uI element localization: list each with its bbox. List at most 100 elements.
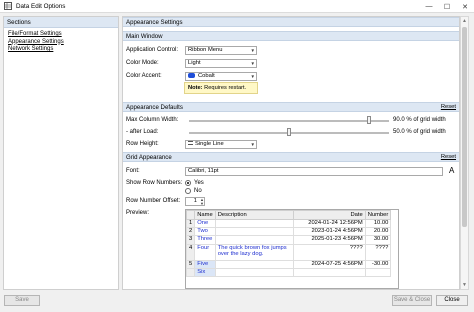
window-controls: — ☐ ✕ — [420, 0, 474, 13]
section-link-file-format[interactable]: File/Format Settings — [8, 31, 118, 39]
appearance-defaults-reset-link[interactable]: Reset — [441, 103, 456, 112]
note-text: Requires restart. — [204, 85, 247, 91]
settings-pane: Appearance Settings Main Window Applicat… — [122, 16, 460, 290]
corner-cell — [186, 210, 196, 220]
cell-date[interactable] — [292, 267, 366, 277]
cell-date[interactable]: 2023-01-24 4:56PM — [292, 227, 366, 237]
row-height-value: Single Line — [195, 141, 224, 147]
column-header-name[interactable]: Name — [194, 210, 216, 220]
cell-name[interactable]: Three — [194, 235, 216, 245]
cell-number[interactable]: ???? — [364, 243, 392, 261]
save-close-button[interactable]: Save & Close — [392, 295, 432, 306]
row-number-offset-value: 1 — [193, 198, 197, 204]
grid-appearance-reset-link[interactable]: Reset — [441, 153, 456, 162]
preview-label: Preview: — [126, 210, 150, 216]
font-picker-icon[interactable]: A — [449, 166, 454, 175]
show-row-numbers-no-radio[interactable] — [185, 188, 191, 194]
cell-name[interactable]: Six — [194, 267, 216, 277]
color-accent-label: Color Accent: — [126, 73, 162, 79]
table-row[interactable]: 3 Three 2025-01-23 4:56PM 30.00 — [186, 235, 392, 245]
table-row[interactable]: Six — [186, 267, 392, 277]
cell-number[interactable]: -30.00 — [364, 259, 392, 269]
cell-name[interactable]: Five — [194, 259, 216, 269]
scroll-down-icon[interactable]: ▼ — [461, 281, 468, 289]
row-height-select[interactable]: Single Line ▼ — [185, 140, 257, 149]
appearance-defaults-header: Appearance Defaults Reset — [123, 102, 459, 112]
row-number: 5 — [186, 259, 196, 269]
row-number: 1 — [186, 218, 196, 229]
font-label: Font: — [126, 168, 140, 174]
row-height-icon — [188, 141, 193, 146]
minimize-icon[interactable]: — — [420, 0, 438, 13]
cell-name[interactable]: Four — [194, 243, 216, 261]
cell-date[interactable]: 2025-01-23 4:56PM — [292, 235, 366, 245]
after-load-label: - after Load: — [126, 129, 159, 135]
cell-number[interactable]: 10.00 — [364, 218, 392, 229]
window-title: Data Edit Options — [16, 3, 66, 10]
cell-date[interactable]: ???? — [292, 243, 366, 261]
color-mode-select[interactable]: Light ▼ — [185, 59, 257, 68]
title-bar: Data Edit Options — ☐ ✕ — [0, 0, 474, 13]
cell-description[interactable] — [214, 267, 294, 277]
section-link-appearance[interactable]: Appearance Settings — [8, 39, 118, 47]
table-row[interactable]: 2 Two 2023-01-24 4:56PM 20.00 — [186, 227, 392, 237]
appearance-settings-title: Appearance Settings — [126, 19, 183, 26]
scroll-up-icon[interactable]: ▲ — [461, 17, 468, 25]
cell-name[interactable]: One — [194, 218, 216, 229]
chevron-down-icon: ▼ — [250, 61, 255, 66]
after-load-value: 50.0 % of grid width — [393, 129, 446, 135]
cell-description[interactable] — [214, 259, 294, 269]
font-field[interactable]: Calibri, 11pt — [185, 167, 443, 176]
app-control-label: Application Control: — [126, 47, 179, 53]
max-column-width-label: Max Column Width: — [126, 117, 179, 123]
column-header-date[interactable]: Date — [292, 210, 366, 220]
cell-description[interactable] — [214, 218, 294, 229]
show-row-numbers-yes-radio[interactable] — [185, 180, 191, 186]
grid-appearance-title: Grid Appearance — [126, 154, 172, 161]
settings-scrollbar[interactable]: ▲ ▼ — [460, 16, 469, 290]
max-column-width-slider[interactable] — [189, 120, 389, 122]
main-window-title: Main Window — [126, 33, 163, 40]
preview-table: Name Description Date Number 1 One 2024-… — [186, 210, 392, 277]
accent-swatch — [188, 73, 195, 78]
table-row[interactable]: 4 Four The quick brown fox jumps over th… — [186, 243, 392, 261]
main-window-header: Main Window — [123, 31, 459, 41]
cell-description[interactable] — [214, 235, 294, 245]
spin-down-icon[interactable]: ▼ — [199, 202, 205, 206]
preview-grid[interactable]: Name Description Date Number 1 One 2024-… — [185, 209, 399, 289]
row-height-label: Row Height: — [126, 141, 159, 147]
color-accent-select[interactable]: Cobalt ▼ — [185, 72, 257, 81]
row-number-offset-label: Row Number Offset: — [126, 198, 181, 204]
table-row[interactable]: 1 One 2024-01-24 12:56PM 10.00 — [186, 218, 392, 229]
sections-pane: Sections File/Format Settings Appearance… — [3, 16, 119, 290]
row-number: 2 — [186, 227, 196, 237]
cell-description[interactable]: The quick brown fox jumps over the lazy … — [214, 243, 294, 261]
cell-number[interactable]: 20.00 — [364, 227, 392, 237]
row-number: 3 — [186, 235, 196, 245]
maximize-icon[interactable]: ☐ — [438, 0, 456, 13]
cell-name[interactable]: Two — [194, 227, 216, 237]
color-accent-value: Cobalt — [198, 73, 215, 80]
cell-date[interactable]: 2024-01-24 12:56PM — [292, 218, 366, 229]
color-mode-label: Color Mode: — [126, 60, 159, 66]
column-header-number[interactable]: Number — [364, 210, 392, 220]
column-header-description[interactable]: Description — [214, 210, 294, 220]
scrollbar-thumb[interactable] — [462, 27, 467, 227]
font-value: Calibri, 11pt — [188, 168, 219, 174]
cell-number[interactable]: 30.00 — [364, 235, 392, 245]
cell-date[interactable]: 2024-07-25 4:56PM — [292, 259, 366, 269]
close-button[interactable]: Close — [436, 295, 468, 306]
cell-description[interactable] — [214, 227, 294, 237]
restart-note: Note: Requires restart. — [184, 82, 258, 94]
cell-number[interactable] — [364, 267, 392, 277]
table-row[interactable]: 5 Five 2024-07-25 4:56PM -30.00 — [186, 259, 392, 269]
max-column-width-slider-thumb[interactable] — [367, 116, 371, 124]
show-row-numbers-yes-label[interactable]: Yes — [194, 180, 204, 186]
grid-appearance-header: Grid Appearance Reset — [123, 152, 459, 162]
save-button[interactable]: Save — [4, 295, 40, 306]
close-window-icon[interactable]: ✕ — [456, 0, 474, 13]
section-link-network[interactable]: Network Settings — [8, 46, 118, 54]
app-control-select[interactable]: Ribbon Menu ▼ — [185, 46, 257, 55]
after-load-slider-thumb[interactable] — [287, 128, 291, 136]
show-row-numbers-no-label[interactable]: No — [194, 188, 202, 194]
